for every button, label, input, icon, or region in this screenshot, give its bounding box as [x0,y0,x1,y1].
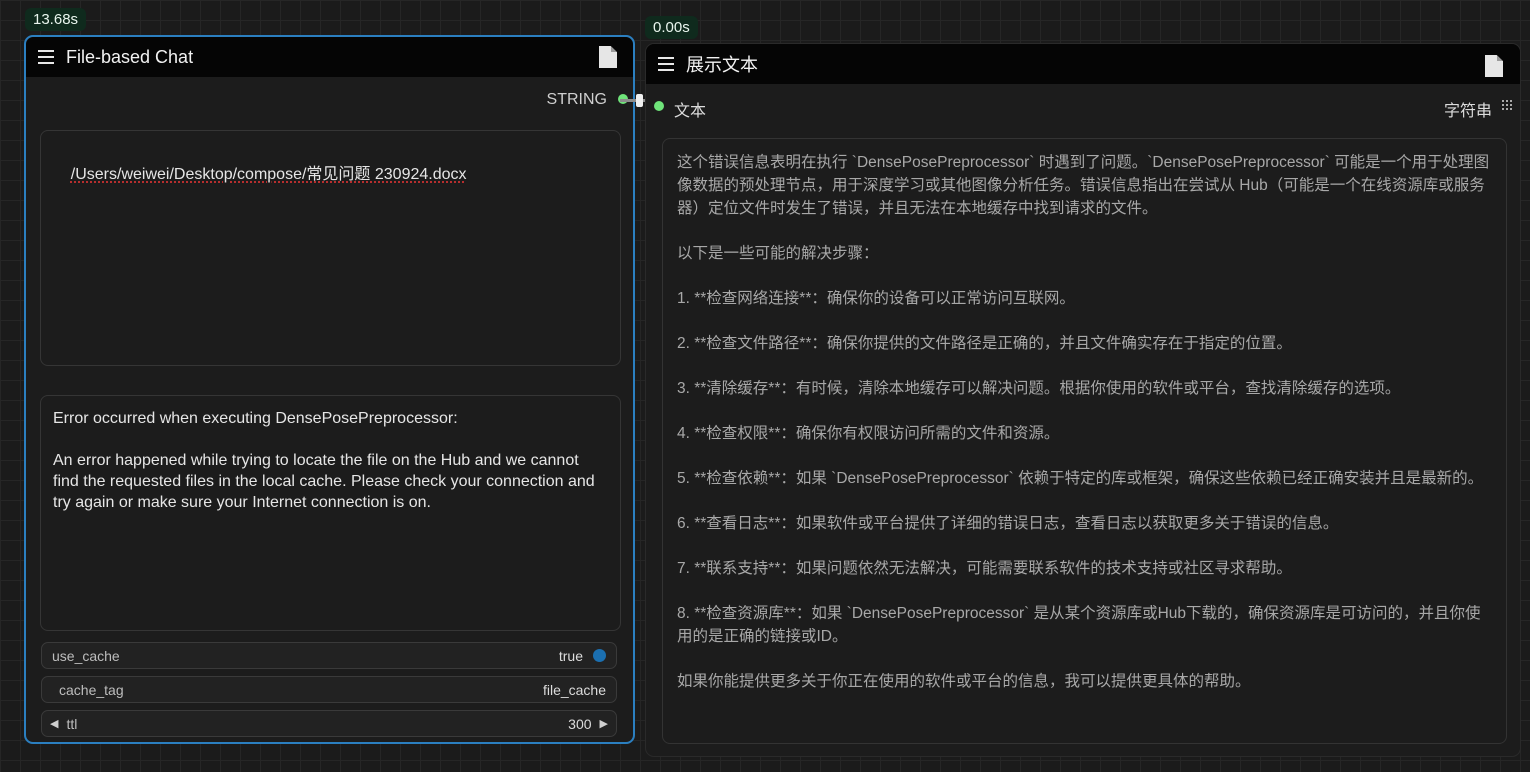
menu-icon[interactable] [38,50,54,64]
input-type-label: 字符串 [1443,103,1492,120]
node-title: File-based Chat [66,46,194,67]
use-cache-value: true [558,647,583,664]
text-paragraph: 以下是一些可能的解决步骤： [677,245,879,262]
text-paragraph: 4. **检查权限**：确保你有权限访问所需的文件和资源。 [677,425,1060,442]
toggle-on-indicator[interactable] [593,649,606,662]
cache-tag-value: file_cache [542,681,606,698]
text-paragraph: 6. **查看日志**：如果软件或平台提供了详细的错误日志，查看日志以获取更多关… [677,515,1339,532]
show-text-node[interactable]: 展示文本 文本 字符串 这个错误信息表明在执行 `DensePosePrepro… [645,43,1521,757]
file-based-chat-node[interactable]: File-based Chat STRING /Users/weiwei/Des… [24,35,635,744]
display-text-area[interactable]: 这个错误信息表明在执行 `DensePosePreprocessor` 时遇到了… [662,138,1507,744]
document-icon[interactable] [1485,55,1503,77]
grip-icon[interactable] [1502,100,1512,110]
ttl-value: 300 [568,715,592,732]
response-textarea[interactable]: Error occurred when executing DensePoseP… [40,395,621,631]
text-paragraph: 5. **检查依赖**：如果 `DensePosePreprocessor` 依… [677,470,1484,487]
node-title-right: 展示文本 [686,55,758,75]
file-path-input[interactable]: /Users/weiwei/Desktop/compose/常见问题 23092… [40,130,621,366]
cache-tag-field[interactable]: cache_tag file_cache [41,676,617,703]
file-path-text: /Users/weiwei/Desktop/compose/常见问题 23092… [70,166,467,183]
text-paragraph: 这个错误信息表明在执行 `DensePosePreprocessor` 时遇到了… [677,154,1490,217]
decrement-arrow-icon[interactable]: ◀ [50,717,58,730]
ttl-stepper[interactable]: ◀ ttl 300 ▶ [41,710,617,737]
input-slot-label: 文本 [674,103,707,120]
output-slot-label: STRING [546,91,607,108]
use-cache-label: use_cache [52,647,120,664]
text-paragraph: 如果你能提供更多关于你正在使用的软件或平台的信息，我可以提供更具体的帮助。 [677,673,1251,690]
node-header[interactable]: File-based Chat [26,37,633,77]
text-paragraph: 3. **清除缓存**：有时候，清除本地缓存可以解决问题。根据你使用的软件或平台… [677,380,1401,397]
menu-icon[interactable] [658,57,674,71]
text-paragraph: 7. **联系支持**：如果问题依然无法解决，可能需要联系软件的技术支持或社区寻… [677,560,1292,577]
text-paragraph: 2. **检查文件路径**：确保你提供的文件路径是正确的，并且文件确实存在于指定… [677,335,1292,352]
text-paragraph: 1. **检查网络连接**：确保你的设备可以正常访问互联网。 [677,290,1075,307]
document-icon[interactable] [599,46,617,68]
ttl-label: ttl [66,715,78,732]
input-slot-dot[interactable] [654,101,664,111]
cache-tag-label: cache_tag [59,681,124,698]
text-paragraph: 8. **检查资源库**：如果 `DensePosePreprocessor` … [677,605,1481,645]
execution-time-badge: 13.68s [25,8,87,31]
node-header-right[interactable]: 展示文本 [646,44,1520,84]
increment-arrow-icon[interactable]: ▶ [600,717,608,730]
use-cache-toggle[interactable]: use_cache true [41,642,617,669]
link-reroute-handle[interactable] [636,94,643,107]
execution-time-badge-right: 0.00s [645,16,698,39]
